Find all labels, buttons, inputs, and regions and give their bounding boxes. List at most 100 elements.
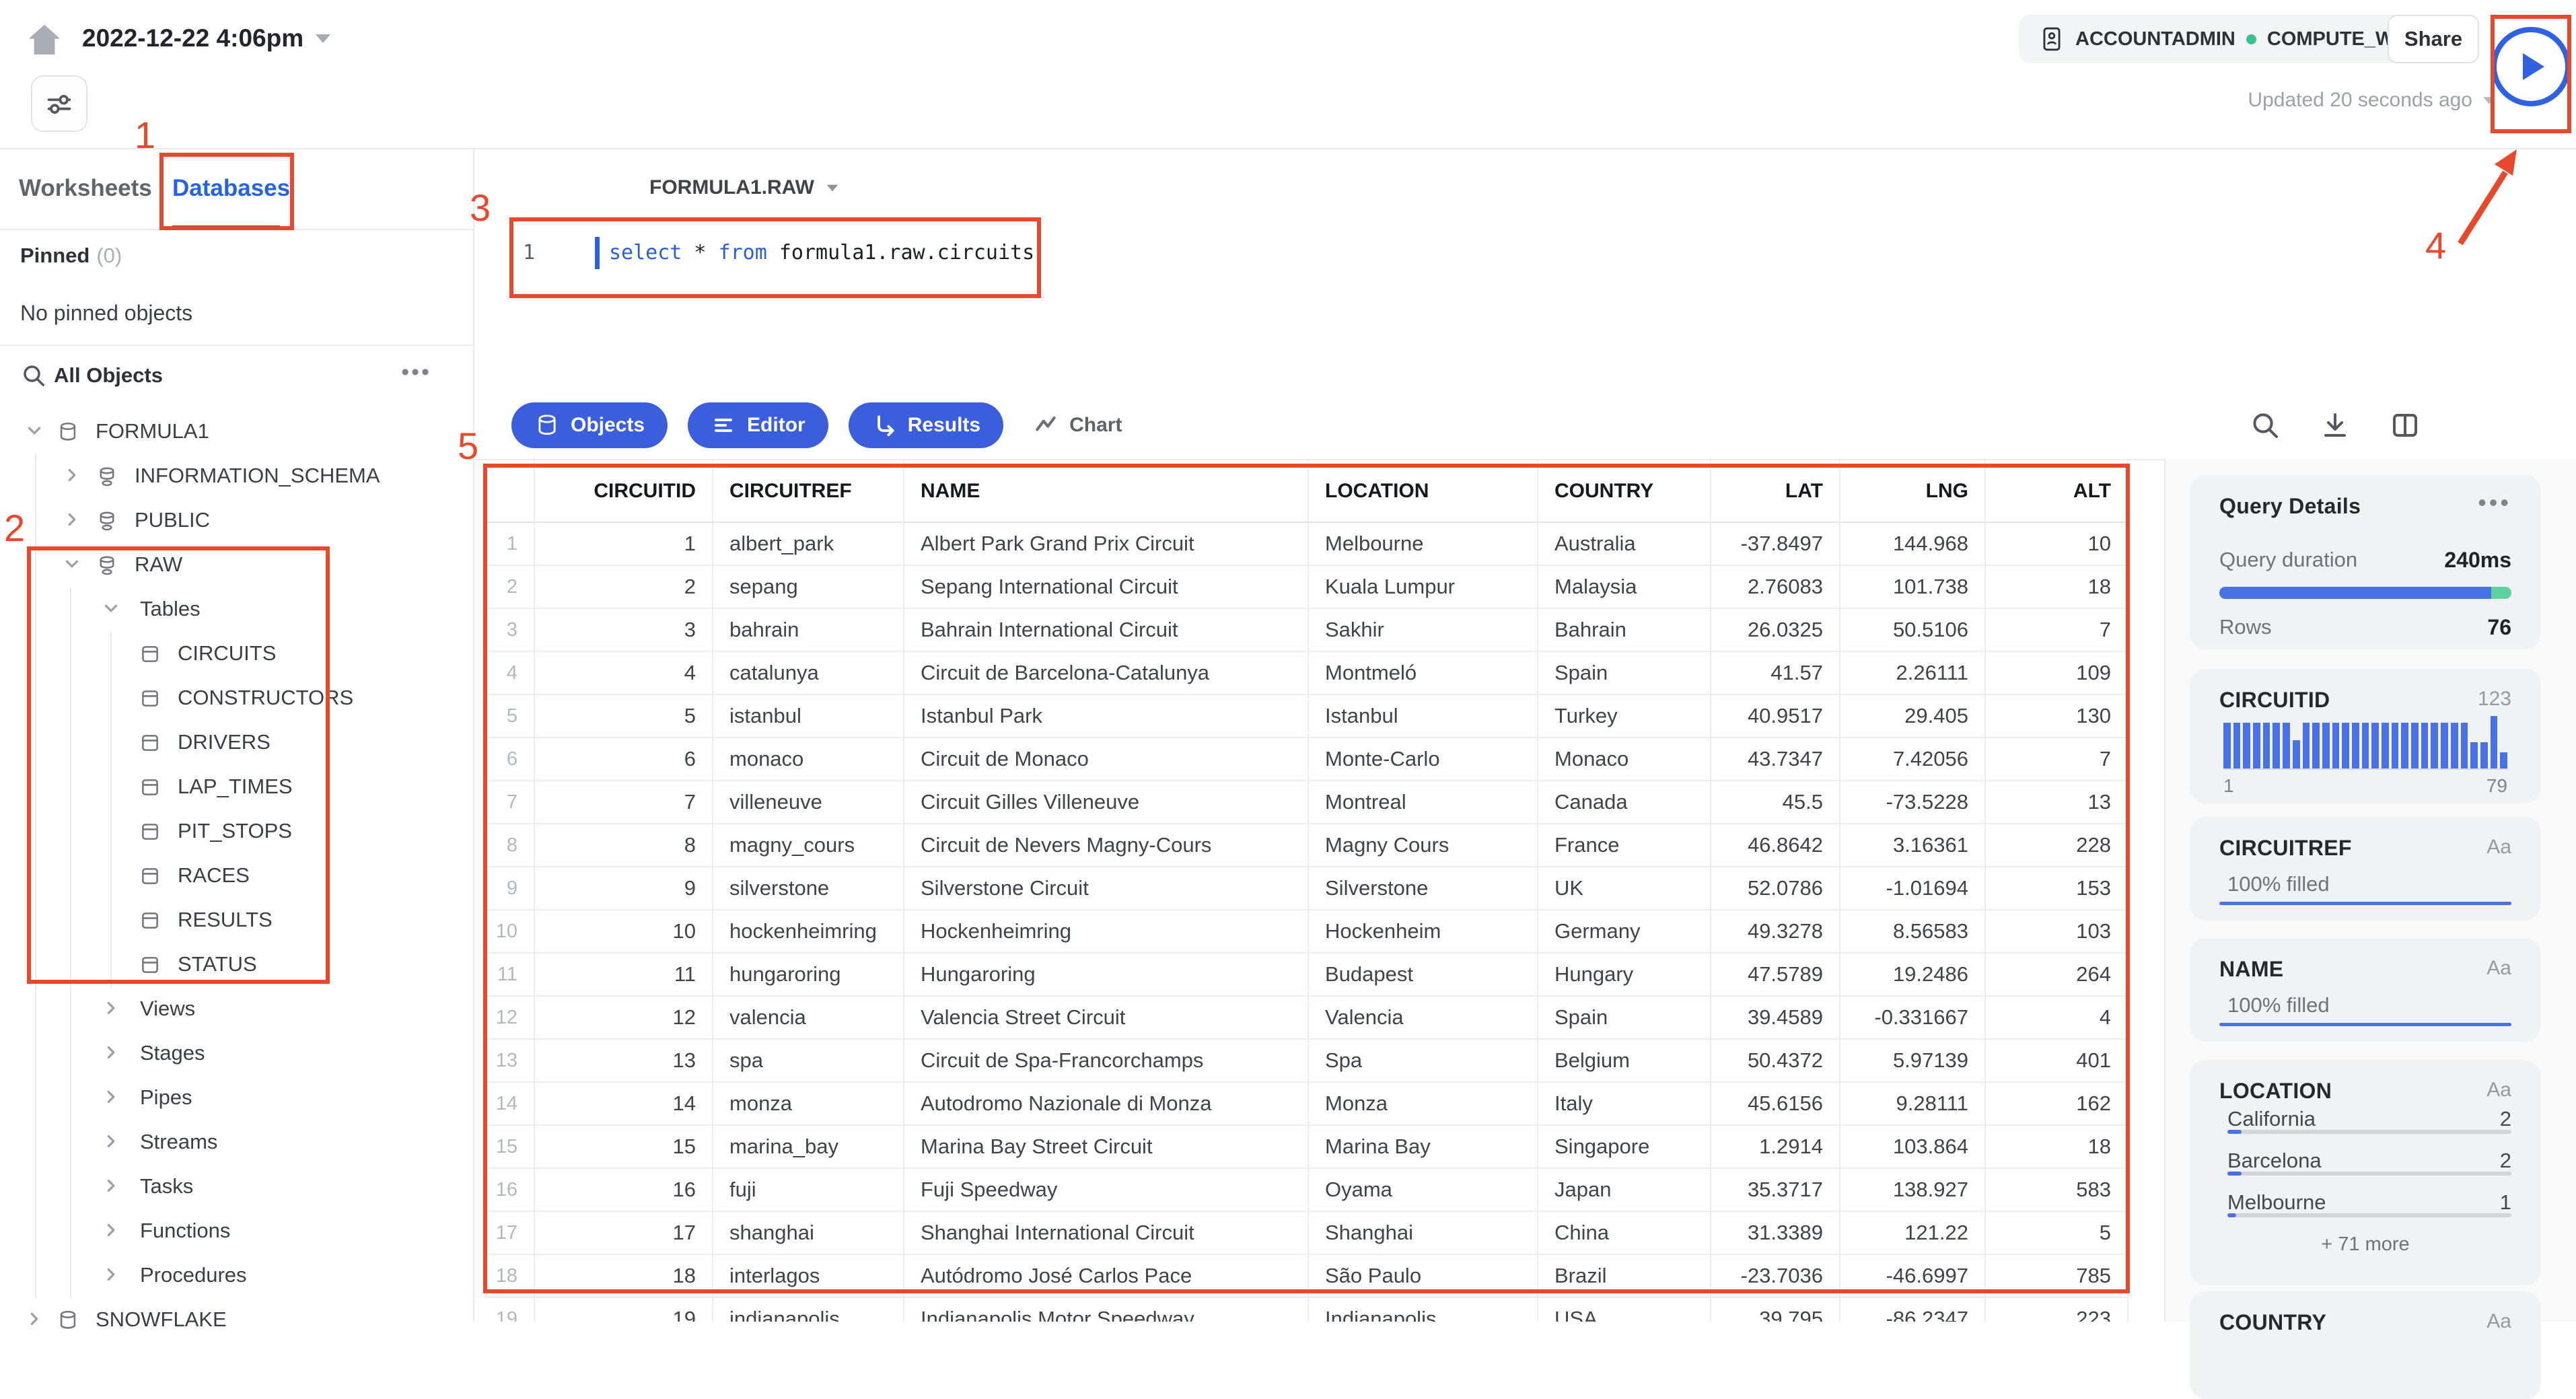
table-cell[interactable]: Bahrain International Circuit: [904, 609, 1309, 652]
table-cell[interactable]: 9.28111: [1840, 1083, 1986, 1126]
table-cell[interactable]: 17: [535, 1212, 713, 1255]
table-cell[interactable]: 2.76083: [1711, 566, 1840, 609]
run-query-button[interactable]: [2491, 27, 2571, 106]
table-cell[interactable]: Fuji Speedway: [904, 1169, 1309, 1212]
table-cell[interactable]: Budapest: [1309, 954, 1538, 997]
table-cell[interactable]: Shanghai International Circuit: [904, 1212, 1309, 1255]
table-cell[interactable]: 785: [1986, 1255, 2128, 1298]
table-cell[interactable]: Monte-Carlo: [1309, 738, 1538, 781]
table-cell[interactable]: Montreal: [1309, 781, 1538, 824]
table-cell[interactable]: -37.8497: [1711, 523, 1840, 566]
table-cell[interactable]: 103: [1986, 910, 2128, 954]
table-cell[interactable]: monaco: [713, 738, 904, 781]
table-cell[interactable]: silverstone: [713, 867, 904, 910]
worksheet-title[interactable]: 2022-12-22 4:06pm: [82, 24, 331, 52]
table-cell[interactable]: 43.7347: [1711, 738, 1840, 781]
table-cell[interactable]: fuji: [713, 1169, 904, 1212]
table-cell[interactable]: 7: [1986, 738, 2128, 781]
table-cell[interactable]: 35.3717: [1711, 1169, 1840, 1212]
chevron-right-icon[interactable]: [101, 1087, 121, 1107]
column-header-circuitid[interactable]: CIRCUITID: [535, 460, 713, 523]
table-cell[interactable]: Brazil: [1538, 1255, 1711, 1298]
table-cell[interactable]: 26.0325: [1711, 609, 1840, 652]
tree-item-drivers[interactable]: DRIVERS: [0, 721, 473, 765]
chevron-right-icon[interactable]: [62, 509, 82, 530]
table-cell[interactable]: -1.01694: [1840, 867, 1986, 910]
table-cell[interactable]: sepang: [713, 566, 904, 609]
table-cell[interactable]: Monza: [1309, 1083, 1538, 1126]
tree-item-functions[interactable]: Functions: [0, 1209, 473, 1254]
tab-databases[interactable]: Databases: [172, 175, 290, 202]
table-cell[interactable]: Bahrain: [1538, 609, 1711, 652]
table-cell[interactable]: -46.6997: [1840, 1255, 1986, 1298]
table-cell[interactable]: 10: [1986, 523, 2128, 566]
table-cell[interactable]: Silverstone Circuit: [904, 867, 1309, 910]
table-cell[interactable]: catalunya: [713, 652, 904, 695]
table-cell[interactable]: 14: [535, 1083, 713, 1126]
column-header-circuitref[interactable]: CIRCUITREF: [713, 460, 904, 523]
table-cell[interactable]: 121.22: [1840, 1212, 1986, 1255]
table-cell[interactable]: 39.795: [1711, 1298, 1840, 1322]
column-header-lat[interactable]: LAT: [1711, 460, 1840, 523]
column-header-name[interactable]: NAME: [904, 460, 1309, 523]
table-cell[interactable]: 18: [1986, 1126, 2128, 1169]
table-cell[interactable]: 45.5: [1711, 781, 1840, 824]
table-cell[interactable]: 18: [535, 1255, 713, 1298]
table-cell[interactable]: 5: [1986, 1212, 2128, 1255]
chevron-down-icon[interactable]: [101, 598, 121, 618]
tree-item-stages[interactable]: Stages: [0, 1032, 473, 1076]
table-cell[interactable]: Oyama: [1309, 1169, 1538, 1212]
table-cell[interactable]: 16: [535, 1169, 713, 1212]
table-cell[interactable]: marina_bay: [713, 1126, 904, 1169]
table-cell[interactable]: 13: [1986, 781, 2128, 824]
table-cell[interactable]: Circuit de Barcelona-Catalunya: [904, 652, 1309, 695]
table-cell[interactable]: Valencia: [1309, 997, 1538, 1040]
table-cell[interactable]: Circuit de Nevers Magny-Cours: [904, 824, 1309, 867]
table-cell[interactable]: interlagos: [713, 1255, 904, 1298]
tree-item-information_schema[interactable]: INFORMATION_SCHEMA: [0, 454, 473, 499]
chevron-right-icon[interactable]: [62, 465, 82, 485]
table-cell[interactable]: 19: [535, 1298, 713, 1322]
chevron-right-icon[interactable]: [24, 1309, 44, 1329]
table-cell[interactable]: 103.864: [1840, 1126, 1986, 1169]
table-cell[interactable]: Spain: [1538, 652, 1711, 695]
table-cell[interactable]: 31.3389: [1711, 1212, 1840, 1255]
table-cell[interactable]: valencia: [713, 997, 904, 1040]
home-icon[interactable]: [26, 23, 63, 58]
table-cell[interactable]: France: [1538, 824, 1711, 867]
view-toggle-results[interactable]: Results: [848, 402, 1004, 448]
table-cell[interactable]: Circuit de Spa-Francorchamps: [904, 1040, 1309, 1083]
table-cell[interactable]: Autodromo Nazionale di Monza: [904, 1083, 1309, 1126]
table-cell[interactable]: UK: [1538, 867, 1711, 910]
table-cell[interactable]: Autódromo José Carlos Pace: [904, 1255, 1309, 1298]
table-cell[interactable]: 223: [1986, 1298, 2128, 1322]
table-cell[interactable]: -23.7036: [1711, 1255, 1840, 1298]
view-toggle-editor[interactable]: Editor: [688, 402, 828, 448]
table-cell[interactable]: Shanghai: [1309, 1212, 1538, 1255]
table-cell[interactable]: 109: [1986, 652, 2128, 695]
view-toggle-objects[interactable]: Objects: [511, 402, 668, 448]
tree-item-tables[interactable]: Tables: [0, 587, 473, 632]
table-cell[interactable]: 144.968: [1840, 523, 1986, 566]
table-cell[interactable]: 50.4372: [1711, 1040, 1840, 1083]
table-cell[interactable]: spa: [713, 1040, 904, 1083]
table-cell[interactable]: Monaco: [1538, 738, 1711, 781]
table-cell[interactable]: 7: [1986, 609, 2128, 652]
view-toggle-chart[interactable]: Chart: [1033, 412, 1122, 438]
table-cell[interactable]: 2.26111: [1840, 652, 1986, 695]
table-cell[interactable]: 1.2914: [1711, 1126, 1840, 1169]
table-cell[interactable]: -0.331667: [1840, 997, 1986, 1040]
table-cell[interactable]: Circuit de Monaco: [904, 738, 1309, 781]
tree-item-results[interactable]: RESULTS: [0, 898, 473, 943]
table-cell[interactable]: 4: [535, 652, 713, 695]
tree-item-tasks[interactable]: Tasks: [0, 1165, 473, 1209]
table-cell[interactable]: Hockenheimring: [904, 910, 1309, 954]
table-cell[interactable]: 3: [535, 609, 713, 652]
tree-item-formula1[interactable]: FORMULA1: [0, 410, 473, 454]
table-cell[interactable]: albert_park: [713, 523, 904, 566]
split-columns-icon[interactable]: [2389, 409, 2421, 441]
table-cell[interactable]: Canada: [1538, 781, 1711, 824]
table-cell[interactable]: 130: [1986, 695, 2128, 738]
table-cell[interactable]: Hungary: [1538, 954, 1711, 997]
table-cell[interactable]: Turkey: [1538, 695, 1711, 738]
